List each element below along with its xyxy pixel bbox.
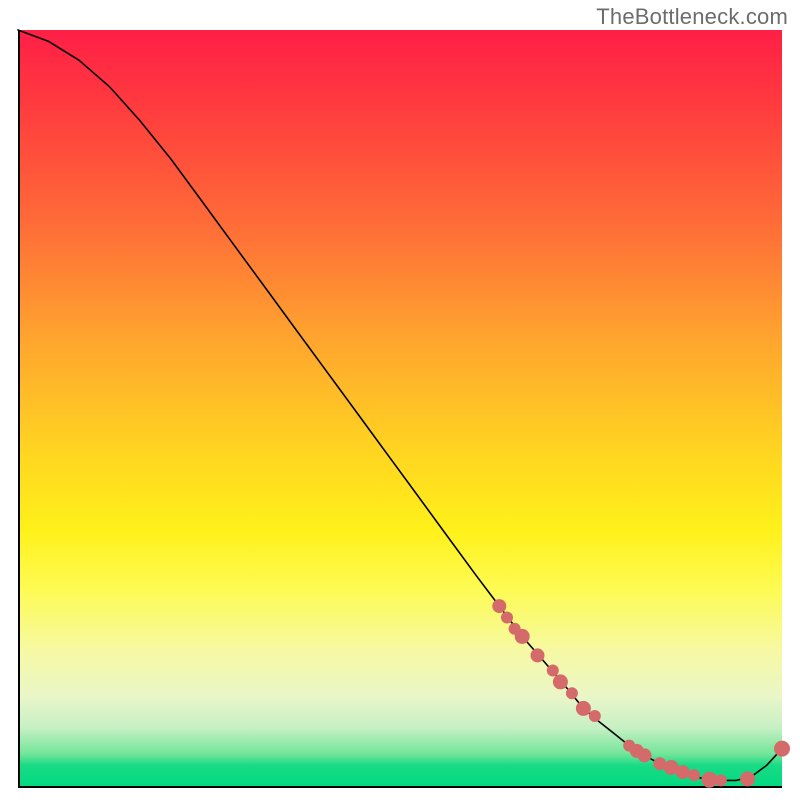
highlight-markers — [492, 599, 790, 788]
highlight-marker — [774, 741, 790, 757]
highlight-marker — [553, 674, 568, 689]
highlight-marker — [676, 765, 690, 779]
highlight-marker — [566, 687, 578, 699]
watermark-text: TheBottleneck.com — [596, 4, 788, 30]
highlight-marker — [515, 629, 530, 644]
highlight-marker — [715, 774, 727, 786]
highlight-marker — [688, 769, 700, 781]
bottleneck-curve-line — [18, 30, 782, 780]
highlight-marker — [547, 665, 559, 677]
highlight-marker — [589, 710, 601, 722]
highlight-marker — [492, 599, 506, 613]
highlight-marker — [576, 701, 591, 716]
chart-svg-layer — [18, 30, 782, 788]
highlight-marker — [740, 771, 755, 786]
highlight-marker — [501, 612, 513, 624]
highlight-marker — [638, 748, 652, 762]
chart-plot-area — [18, 30, 782, 788]
highlight-marker — [531, 648, 545, 662]
